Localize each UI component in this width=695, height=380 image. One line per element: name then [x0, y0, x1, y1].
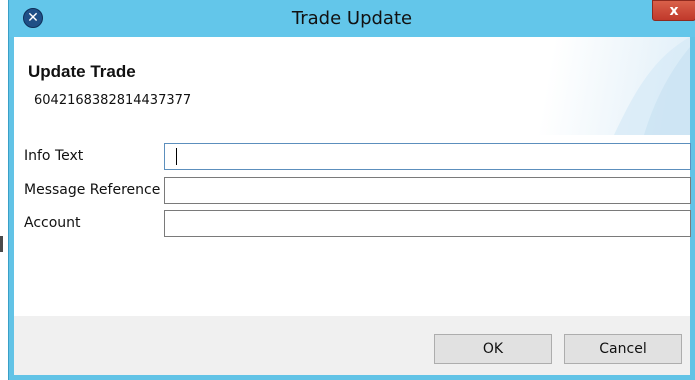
message-reference-label: Message Reference	[24, 182, 161, 198]
title-bar[interactable]: ✕ Trade Update x	[9, 0, 695, 37]
form-row-account: Account	[14, 210, 691, 238]
cancel-button[interactable]: Cancel	[564, 334, 682, 364]
window-title: Trade Update	[291, 8, 413, 29]
info-text-label: Info Text	[24, 148, 84, 164]
dialog-content: Update Trade 6042168382814437377 Info Te…	[14, 37, 691, 375]
header-title: Update Trade	[28, 62, 136, 81]
button-bar: OK Cancel	[14, 316, 690, 375]
trade-id: 6042168382814437377	[34, 93, 192, 108]
background-fragment	[0, 236, 3, 252]
close-button[interactable]: x	[652, 0, 695, 21]
trade-update-dialog: ✕ Trade Update x Update Trade 6042168382…	[8, 0, 695, 380]
background-desktop	[0, 0, 8, 380]
text-caret	[176, 148, 177, 165]
message-reference-field[interactable]	[164, 177, 691, 204]
info-text-field[interactable]	[164, 143, 691, 170]
close-icon: x	[669, 2, 679, 19]
dialog-header: Update Trade 6042168382814437377	[14, 37, 690, 135]
account-field[interactable]	[164, 210, 691, 237]
form-row-info-text: Info Text	[14, 143, 691, 171]
ok-button[interactable]: OK	[434, 334, 552, 364]
form-row-message-reference: Message Reference	[14, 177, 691, 205]
account-label: Account	[24, 215, 81, 231]
header-decoration	[614, 37, 690, 135]
